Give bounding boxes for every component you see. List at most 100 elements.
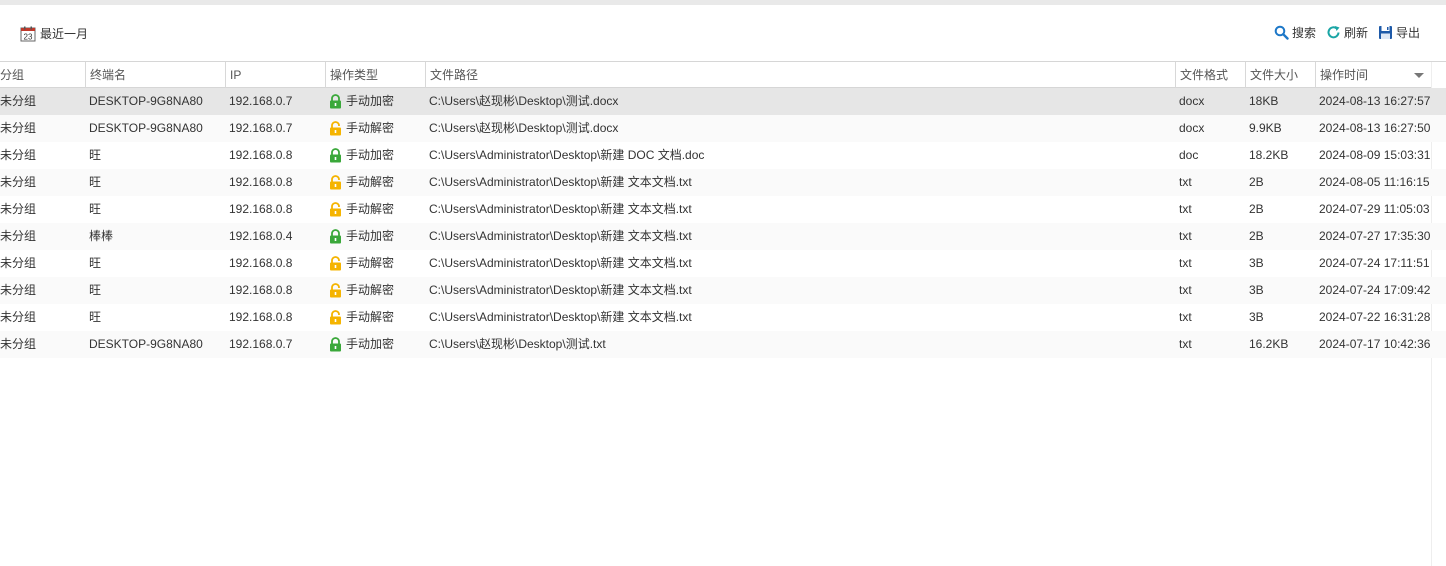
- cell-ip: 192.168.0.7: [229, 94, 293, 108]
- save-icon: [1378, 26, 1392, 39]
- op-type-label: 手动解密: [346, 283, 395, 297]
- cell-time: 2024-07-29 11:05:03: [1319, 202, 1430, 216]
- cell-format: docx: [1179, 121, 1205, 135]
- cell-size: 16.2KB: [1249, 337, 1289, 351]
- refresh-label: 刷新: [1343, 26, 1368, 40]
- cell-op-type: 手动加密: [329, 223, 421, 250]
- cell-ip: 192.168.0.8: [229, 175, 293, 189]
- cell-terminal: 旺: [89, 202, 102, 216]
- table-row[interactable]: 未分组 旺 192.168.0.8 手动加密 C:\Users\Administrato…: [0, 142, 1446, 169]
- column-header-terminal[interactable]: 终端名: [85, 62, 225, 88]
- table-row[interactable]: 未分组 DESKTOP-9G8NA80 192.168.0.7 手动解密 C:\User…: [0, 115, 1446, 142]
- cell-terminal: 旺: [89, 256, 102, 270]
- search-label: 搜索: [1291, 26, 1316, 40]
- cell-group: 未分组: [0, 175, 37, 189]
- column-header-time[interactable]: 操作时间: [1315, 62, 1432, 88]
- lock-open-icon: [330, 310, 341, 325]
- cell-group: 未分组: [0, 121, 37, 135]
- op-type-label: 手动解密: [346, 202, 395, 216]
- cell-path: C:\Users\Administrator\Desktop\新建 文本文档.t…: [429, 229, 692, 243]
- table-row[interactable]: 未分组 旺 192.168.0.8 手动解密 C:\Users\Administrato…: [0, 277, 1446, 304]
- op-type-label: 手动加密: [346, 337, 395, 351]
- cell-size: 3B: [1249, 256, 1264, 270]
- cell-terminal: DESKTOP-9G8NA80: [89, 94, 203, 108]
- cell-path: C:\Users\Administrator\Desktop\新建 文本文档.t…: [429, 256, 692, 270]
- cell-format: docx: [1179, 94, 1205, 108]
- cell-time: 2024-07-22 16:31:28: [1319, 310, 1431, 324]
- lock-open-icon: [330, 121, 341, 136]
- cell-group: 未分组: [0, 283, 37, 297]
- cell-time: 2024-08-13 16:27:50: [1319, 121, 1431, 135]
- cell-terminal: 棒棒: [89, 229, 114, 243]
- cell-terminal: 旺: [89, 283, 102, 297]
- cell-path: C:\Users\Administrator\Desktop\新建 文本文档.t…: [429, 283, 692, 297]
- cell-group: 未分组: [0, 94, 37, 108]
- cell-terminal: DESKTOP-9G8NA80: [89, 121, 203, 135]
- cell-group: 未分组: [0, 229, 37, 243]
- search-icon: [1274, 25, 1289, 40]
- table-row[interactable]: 未分组 旺 192.168.0.8 手动解密 C:\Users\Administrato…: [0, 250, 1446, 277]
- cell-size: 3B: [1249, 310, 1264, 324]
- op-type-label: 手动解密: [346, 121, 395, 135]
- cell-op-type: 手动解密: [329, 196, 421, 223]
- cell-time: 2024-07-27 17:35:30: [1319, 229, 1431, 243]
- cell-format: txt: [1179, 283, 1192, 297]
- table-row[interactable]: 未分组 DESKTOP-9G8NA80 192.168.0.7 手动加密 C:\User…: [0, 88, 1446, 115]
- column-header-path[interactable]: 文件路径: [425, 62, 1175, 88]
- cell-size: 9.9KB: [1249, 121, 1282, 135]
- cell-size: 2B: [1249, 229, 1264, 243]
- cell-ip: 192.168.0.7: [229, 121, 293, 135]
- cell-ip: 192.168.0.4: [229, 229, 293, 243]
- op-type-label: 手动加密: [346, 94, 395, 108]
- export-button[interactable]: 导出: [1378, 24, 1420, 41]
- cell-size: 2B: [1249, 202, 1264, 216]
- cell-size: 3B: [1249, 283, 1264, 297]
- column-header-size[interactable]: 文件大小: [1245, 62, 1315, 88]
- cell-op-type: 手动解密: [329, 169, 421, 196]
- op-type-label: 手动解密: [346, 256, 395, 270]
- cell-group: 未分组: [0, 148, 37, 162]
- search-button[interactable]: 搜索: [1274, 24, 1316, 41]
- sort-desc-icon[interactable]: [1414, 73, 1424, 78]
- lock-open-icon: [330, 202, 341, 217]
- column-header-format[interactable]: 文件格式: [1175, 62, 1245, 88]
- cell-format: txt: [1179, 337, 1192, 351]
- cell-time: 2024-08-05 11:16:15: [1319, 175, 1430, 189]
- cell-format: txt: [1179, 202, 1192, 216]
- cell-terminal: 旺: [89, 175, 102, 189]
- cell-time: 2024-08-13 16:27:57: [1319, 94, 1431, 108]
- cell-time: 2024-08-09 15:03:31: [1319, 148, 1431, 162]
- cell-time: 2024-07-24 17:09:42: [1319, 283, 1431, 297]
- cell-ip: 192.168.0.8: [229, 202, 293, 216]
- cell-op-type: 手动解密: [329, 250, 421, 277]
- cell-path: C:\Users\赵现彬\Desktop\测试.docx: [429, 94, 619, 108]
- op-type-label: 手动解密: [346, 175, 395, 189]
- cell-format: txt: [1179, 229, 1192, 243]
- table-row[interactable]: 未分组 棒棒 192.168.0.4 手动加密 C:\Users\Administrat…: [0, 223, 1446, 250]
- table-row[interactable]: 未分组 旺 192.168.0.8 手动解密 C:\Users\Administrato…: [0, 169, 1446, 196]
- cell-size: 18.2KB: [1249, 148, 1289, 162]
- column-header-op-type[interactable]: 操作类型: [325, 62, 425, 88]
- column-header-ip[interactable]: IP: [225, 62, 325, 88]
- cell-format: doc: [1179, 148, 1199, 162]
- date-filter-button[interactable]: 23 最近一月: [20, 25, 88, 42]
- toolbar: 23 最近一月 搜索 刷新 导出: [0, 5, 1446, 61]
- cell-format: txt: [1179, 256, 1192, 270]
- table-row[interactable]: 未分组 旺 192.168.0.8 手动解密 C:\Users\Administrato…: [0, 196, 1446, 223]
- lock-open-icon: [330, 175, 341, 190]
- cell-group: 未分组: [0, 310, 37, 324]
- cell-size: 2B: [1249, 175, 1264, 189]
- cell-ip: 192.168.0.7: [229, 337, 293, 351]
- calendar-icon-text: 23: [24, 32, 33, 41]
- column-header-group[interactable]: 分组: [0, 62, 85, 88]
- refresh-button[interactable]: 刷新: [1326, 24, 1368, 41]
- refresh-icon: [1327, 26, 1340, 39]
- lock-open-icon: [330, 256, 341, 271]
- cell-group: 未分组: [0, 256, 37, 270]
- cell-ip: 192.168.0.8: [229, 256, 293, 270]
- cell-path: C:\Users\Administrator\Desktop\新建 文本文档.t…: [429, 310, 692, 324]
- table-row[interactable]: 未分组 DESKTOP-9G8NA80 192.168.0.7 手动加密 C:\User…: [0, 331, 1446, 358]
- table-body: 未分组 DESKTOP-9G8NA80 192.168.0.7 手动加密 C:\User…: [0, 88, 1446, 358]
- cell-op-type: 手动解密: [329, 115, 421, 142]
- table-row[interactable]: 未分组 旺 192.168.0.8 手动解密 C:\Users\Administrato…: [0, 304, 1446, 331]
